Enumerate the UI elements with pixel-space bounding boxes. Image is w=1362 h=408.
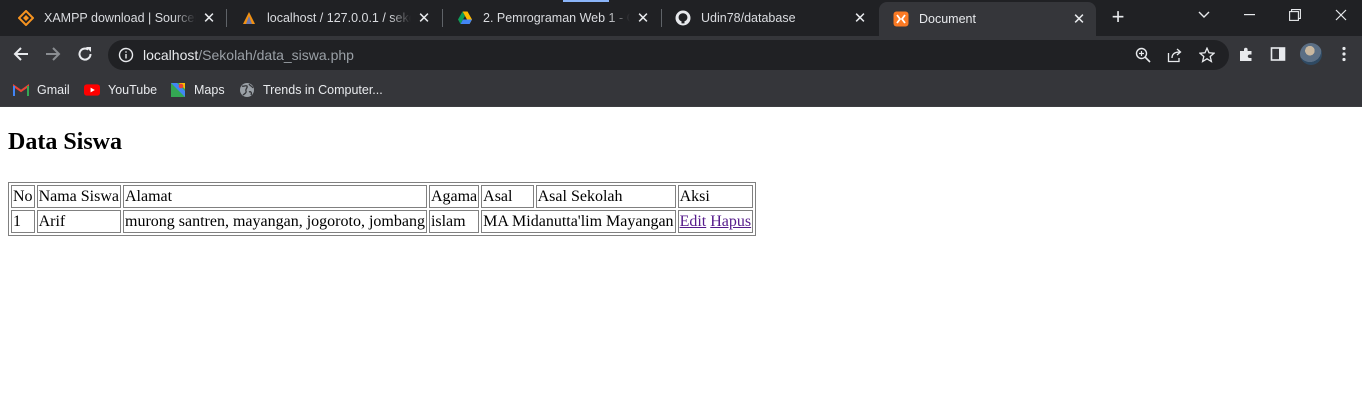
close-tab-icon[interactable]: ✕ — [634, 9, 652, 27]
xampp-icon — [893, 11, 909, 27]
back-arrow-icon[interactable] — [8, 41, 34, 67]
table-header-row: No Nama Siswa Alamat Agama Asal Asal Sek… — [11, 185, 754, 208]
forward-arrow-icon[interactable] — [40, 41, 66, 67]
close-tab-icon[interactable]: ✕ — [415, 9, 433, 27]
tab-title: 2. Pemrograman Web 1 - Google Drive — [483, 11, 630, 25]
tab-title: Udin78/database — [701, 11, 796, 25]
cell-alamat: murong santren, mayangan, jogoroto, jomb… — [123, 210, 427, 233]
hapus-link[interactable]: Hapus — [710, 213, 751, 230]
tab-phpmyadmin[interactable]: localhost / 127.0.0.1 / sekolah ✕ — [227, 0, 441, 36]
bookmark-label: Trends in Computer... — [263, 82, 383, 97]
bookmark-label: Gmail — [37, 82, 70, 97]
table-row: 1 Arif murong santren, mayangan, jogorot… — [11, 210, 754, 233]
reload-icon[interactable] — [72, 41, 98, 67]
google-drive-icon — [457, 10, 473, 26]
cell-asal: MA Midanutta'lim Mayangan — [481, 210, 676, 233]
tab-document-active[interactable]: Document ✕ — [879, 2, 1096, 36]
cell-nama: Arif — [36, 210, 121, 233]
more-menu-icon[interactable] — [1331, 41, 1357, 67]
column-header-alamat: Alamat — [123, 185, 427, 208]
close-tab-icon[interactable]: ✕ — [851, 9, 869, 27]
restore-window-icon[interactable] — [1272, 0, 1318, 30]
column-header-agama: Agama — [428, 185, 480, 208]
page-title: Data Siswa — [8, 129, 123, 155]
url-path: /Sekolah/data_siswa.php — [198, 47, 354, 63]
bookmark-label: Maps — [194, 82, 225, 97]
browser-toolbar: localhost/Sekolah/data_siswa.php — [0, 36, 1362, 72]
minimize-window-icon[interactable] — [1226, 0, 1272, 30]
address-bar[interactable]: localhost/Sekolah/data_siswa.php — [108, 40, 1229, 70]
bookmark-trends[interactable]: Trends in Computer... — [239, 72, 383, 107]
bookmark-maps[interactable]: Maps — [170, 72, 225, 107]
github-icon — [675, 10, 691, 26]
tab-strip: XAMPP download | SourceForge.net ✕ local… — [0, 0, 1362, 36]
tab-title: XAMPP download | SourceForge.net — [44, 11, 196, 25]
students-table: No Nama Siswa Alamat Agama Asal Asal Sek… — [8, 182, 757, 236]
url-text: localhost/Sekolah/data_siswa.php — [143, 47, 354, 63]
column-header-aksi: Aksi — [677, 185, 754, 208]
edit-link[interactable]: Edit — [680, 213, 707, 230]
site-info-icon[interactable] — [118, 47, 134, 63]
cell-aksi: Edit Hapus — [677, 210, 754, 233]
url-host: localhost — [143, 47, 199, 63]
globe-icon — [239, 82, 255, 98]
tab-xampp-download[interactable]: XAMPP download | SourceForge.net ✕ — [4, 0, 226, 36]
bookmarks-bar: Gmail YouTube Maps Trends in Computer... — [0, 72, 1362, 107]
close-tab-icon[interactable]: ✕ — [1070, 10, 1088, 28]
extensions-puzzle-icon[interactable] — [1233, 41, 1259, 67]
xampp-orange-diamond-icon — [18, 10, 34, 26]
column-header-asal-sekolah: Asal Sekolah — [535, 185, 676, 208]
cell-no: 1 — [11, 210, 35, 233]
phpmyadmin-sail-icon — [241, 10, 257, 26]
zoom-icon[interactable] — [1130, 42, 1156, 68]
close-tab-icon[interactable]: ✕ — [200, 9, 218, 27]
tab-title: Document — [919, 12, 976, 26]
youtube-icon — [84, 82, 100, 98]
tab-title: localhost / 127.0.0.1 / sekolah — [267, 11, 411, 25]
column-header-nama-siswa: Nama Siswa — [36, 185, 121, 208]
bookmark-star-icon[interactable] — [1194, 42, 1220, 68]
side-panel-icon[interactable] — [1265, 41, 1291, 67]
column-header-no: No — [11, 185, 35, 208]
bookmark-youtube[interactable]: YouTube — [84, 72, 157, 107]
tab-google-drive[interactable]: 2. Pemrograman Web 1 - Google Drive ✕ — [443, 0, 660, 36]
bookmark-label: YouTube — [108, 82, 158, 97]
gmail-icon — [13, 82, 29, 98]
close-window-icon[interactable] — [1318, 0, 1362, 30]
profile-avatar[interactable] — [1300, 43, 1322, 65]
column-header-asal: Asal — [481, 185, 534, 208]
bookmark-gmail[interactable]: Gmail — [13, 72, 70, 107]
share-icon[interactable] — [1162, 42, 1188, 68]
tab-github[interactable]: Udin78/database ✕ — [661, 0, 877, 36]
cell-agama: islam — [428, 210, 480, 233]
new-tab-button[interactable]: + — [1106, 6, 1130, 30]
tab-search-chevron-down-icon[interactable] — [1181, 0, 1227, 30]
maps-icon — [170, 82, 186, 98]
